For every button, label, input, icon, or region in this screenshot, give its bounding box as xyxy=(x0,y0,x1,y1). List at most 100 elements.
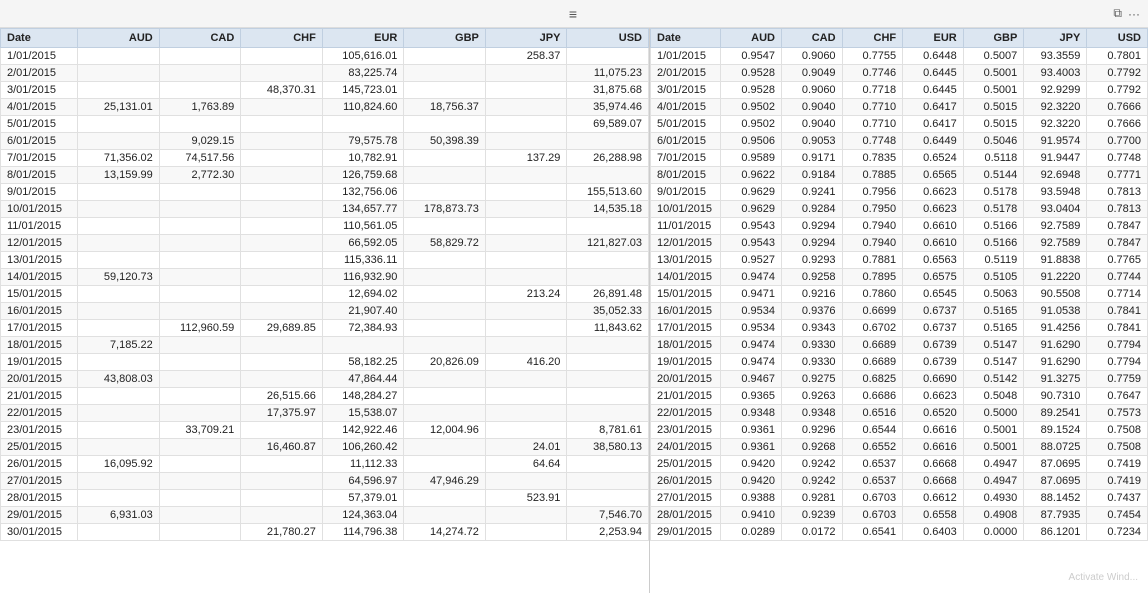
left-cell-7-1: 13,159.99 xyxy=(78,167,160,184)
right-cell-14-5: 0.5063 xyxy=(963,286,1024,303)
left-cell-18-2 xyxy=(159,354,241,371)
left-cell-17-3 xyxy=(241,337,323,354)
right-table-row: 28/01/20150.94100.92390.67030.65580.4908… xyxy=(651,507,1148,524)
right-col-header-chf: CHF xyxy=(842,29,903,48)
left-cell-0-7 xyxy=(567,48,649,65)
left-cell-3-6 xyxy=(485,99,567,116)
left-cell-17-7 xyxy=(567,337,649,354)
right-table-row: 24/01/20150.93610.92680.65520.66160.5001… xyxy=(651,439,1148,456)
right-cell-11-6: 92.7589 xyxy=(1024,235,1087,252)
left-cell-9-2 xyxy=(159,201,241,218)
right-cell-26-2: 0.9281 xyxy=(781,490,842,507)
right-cell-20-7: 0.7647 xyxy=(1087,388,1148,405)
left-cell-22-1 xyxy=(78,422,160,439)
right-cell-13-4: 0.6575 xyxy=(903,269,964,286)
left-cell-10-0: 11/01/2015 xyxy=(1,218,78,235)
right-cell-26-6: 88.1452 xyxy=(1024,490,1087,507)
left-table-row: 20/01/201543,808.0347,864.44 xyxy=(1,371,649,388)
left-table-row: 8/01/201513,159.992,772.30126,759.68 xyxy=(1,167,649,184)
right-cell-7-3: 0.7885 xyxy=(842,167,903,184)
left-cell-22-7: 8,781.61 xyxy=(567,422,649,439)
right-cell-23-6: 88.0725 xyxy=(1024,439,1087,456)
right-cell-17-4: 0.6739 xyxy=(903,337,964,354)
left-cell-26-5 xyxy=(404,490,486,507)
right-cell-4-5: 0.5015 xyxy=(963,116,1024,133)
right-cell-3-7: 0.7666 xyxy=(1087,99,1148,116)
left-cell-19-3 xyxy=(241,371,323,388)
hamburger-icon[interactable]: ≡ xyxy=(569,6,579,22)
left-cell-21-2 xyxy=(159,405,241,422)
right-cell-2-0: 3/01/2015 xyxy=(651,82,721,99)
left-cell-4-6 xyxy=(485,116,567,133)
right-cell-16-5: 0.5165 xyxy=(963,320,1024,337)
right-col-header-date: Date xyxy=(651,29,721,48)
left-cell-20-7 xyxy=(567,388,649,405)
left-cell-28-2 xyxy=(159,524,241,541)
right-table-wrapper[interactable]: DateAUDCADCHFEURGBPJPYUSD 1/01/20150.954… xyxy=(650,28,1148,593)
right-cell-21-6: 89.2541 xyxy=(1024,405,1087,422)
right-cell-6-5: 0.5118 xyxy=(963,150,1024,167)
content-area: DateAUDCADCHFEURGBPJPYUSD 1/01/2015105,6… xyxy=(0,28,1148,593)
left-cell-27-6 xyxy=(485,507,567,524)
left-cell-26-3 xyxy=(241,490,323,507)
left-cell-12-6 xyxy=(485,252,567,269)
left-cell-13-7 xyxy=(567,269,649,286)
right-cell-25-6: 87.0695 xyxy=(1024,473,1087,490)
right-cell-23-4: 0.6616 xyxy=(903,439,964,456)
left-table-wrapper[interactable]: DateAUDCADCHFEURGBPJPYUSD 1/01/2015105,6… xyxy=(0,28,649,593)
left-cell-14-7: 26,891.48 xyxy=(567,286,649,303)
right-table-row: 10/01/20150.96290.92840.79500.66230.5178… xyxy=(651,201,1148,218)
right-cell-6-3: 0.7835 xyxy=(842,150,903,167)
left-cell-17-4 xyxy=(322,337,404,354)
left-cell-10-1 xyxy=(78,218,160,235)
right-cell-24-3: 0.6537 xyxy=(842,456,903,473)
right-cell-18-2: 0.9330 xyxy=(781,354,842,371)
right-cell-22-5: 0.5001 xyxy=(963,422,1024,439)
right-table-row: 29/01/20150.02890.01720.65410.64030.0000… xyxy=(651,524,1148,541)
right-cell-1-4: 0.6445 xyxy=(903,65,964,82)
left-cell-6-4: 10,782.91 xyxy=(322,150,404,167)
right-cell-16-4: 0.6737 xyxy=(903,320,964,337)
left-col-header-chf: CHF xyxy=(241,29,323,48)
right-cell-23-2: 0.9268 xyxy=(781,439,842,456)
restore-icon[interactable]: ⧉ xyxy=(1113,6,1122,21)
left-cell-17-1: 7,185.22 xyxy=(78,337,160,354)
right-cell-2-4: 0.6445 xyxy=(903,82,964,99)
left-cell-28-0: 30/01/2015 xyxy=(1,524,78,541)
left-col-header-cad: CAD xyxy=(159,29,241,48)
left-cell-2-5 xyxy=(404,82,486,99)
right-cell-19-6: 91.3275 xyxy=(1024,371,1087,388)
right-cell-25-3: 0.6537 xyxy=(842,473,903,490)
left-table-row: 15/01/201512,694.02213.2426,891.48 xyxy=(1,286,649,303)
right-cell-20-2: 0.9263 xyxy=(781,388,842,405)
right-cell-27-1: 0.9410 xyxy=(721,507,782,524)
right-cell-7-2: 0.9184 xyxy=(781,167,842,184)
right-cell-20-0: 21/01/2015 xyxy=(651,388,721,405)
right-cell-20-6: 90.7310 xyxy=(1024,388,1087,405)
left-cell-16-4: 72,384.93 xyxy=(322,320,404,337)
right-cell-5-7: 0.7700 xyxy=(1087,133,1148,150)
left-cell-25-0: 27/01/2015 xyxy=(1,473,78,490)
left-cell-25-5: 47,946.29 xyxy=(404,473,486,490)
right-cell-15-2: 0.9376 xyxy=(781,303,842,320)
left-table-row: 1/01/2015105,616.01258.37 xyxy=(1,48,649,65)
right-cell-28-2: 0.0172 xyxy=(781,524,842,541)
right-cell-9-6: 93.0404 xyxy=(1024,201,1087,218)
right-cell-12-7: 0.7765 xyxy=(1087,252,1148,269)
left-cell-6-0: 7/01/2015 xyxy=(1,150,78,167)
right-cell-10-7: 0.7847 xyxy=(1087,218,1148,235)
right-cell-9-5: 0.5178 xyxy=(963,201,1024,218)
left-cell-21-3: 17,375.97 xyxy=(241,405,323,422)
more-icon[interactable]: ··· xyxy=(1128,7,1140,21)
right-cell-7-0: 8/01/2015 xyxy=(651,167,721,184)
right-cell-3-2: 0.9040 xyxy=(781,99,842,116)
right-cell-14-7: 0.7714 xyxy=(1087,286,1148,303)
left-cell-28-7: 2,253.94 xyxy=(567,524,649,541)
left-cell-21-5 xyxy=(404,405,486,422)
left-cell-11-4: 66,592.05 xyxy=(322,235,404,252)
right-cell-21-2: 0.9348 xyxy=(781,405,842,422)
right-cell-24-5: 0.4947 xyxy=(963,456,1024,473)
right-panel: DateAUDCADCHFEURGBPJPYUSD 1/01/20150.954… xyxy=(650,28,1148,593)
left-cell-0-4: 105,616.01 xyxy=(322,48,404,65)
left-cell-6-7: 26,288.98 xyxy=(567,150,649,167)
